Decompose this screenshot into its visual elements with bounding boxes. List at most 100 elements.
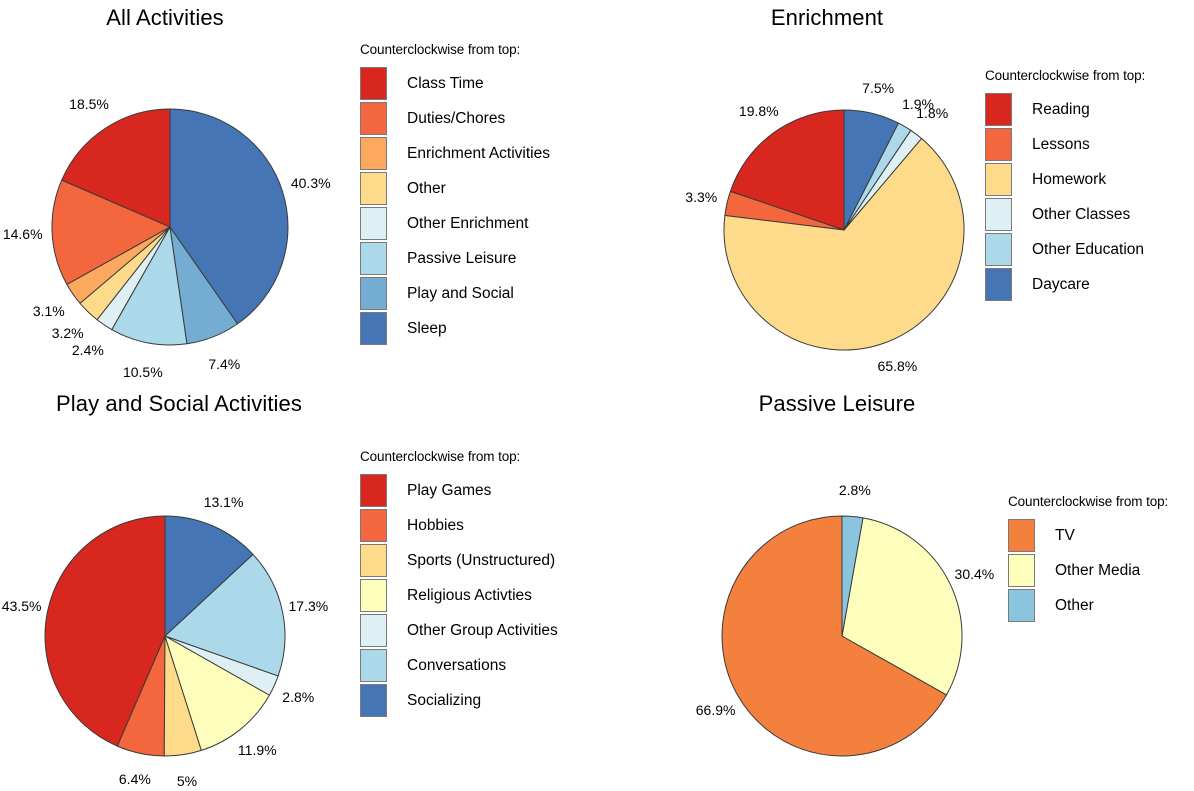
pie-chart-play-and-social: 43.5% 6.4% 5% 11.9% 2.8% 17.3% 13.1% bbox=[0, 411, 360, 789]
legend-item-label: Other Media bbox=[1055, 561, 1141, 579]
panel-passive-leisure: Passive Leisure 66.9% 30.4% 2.8% Countercl… bbox=[597, 381, 1194, 762]
pie-chart-passive-leisure: 66.9% 30.4% 2.8% bbox=[627, 411, 1027, 771]
legend-items: Reading Lessons Homework Other Classes Other… bbox=[985, 92, 1145, 302]
slice-percent-label: 3.2% bbox=[51, 325, 84, 342]
legend-item-label: TV bbox=[1055, 526, 1075, 544]
slice-percent-label: 19.8% bbox=[738, 102, 779, 119]
legend-color-swatch bbox=[985, 198, 1012, 231]
legend-item[interactable]: Hobbies bbox=[360, 508, 558, 543]
legend-item-label: Passive Leisure bbox=[407, 249, 517, 267]
legend-item-label: Other Classes bbox=[1032, 205, 1131, 223]
legend-item-label: Sleep bbox=[407, 319, 447, 337]
legend-color-swatch bbox=[1008, 554, 1035, 587]
legend-item[interactable]: Conversations bbox=[360, 648, 558, 683]
legend-item[interactable]: Sports (Unstructured) bbox=[360, 543, 558, 578]
legend-color-swatch bbox=[1008, 519, 1035, 552]
legend-color-swatch bbox=[360, 207, 387, 240]
legend-color-swatch bbox=[360, 172, 387, 205]
legend-item-label: Lessons bbox=[1032, 135, 1090, 153]
legend-item[interactable]: Other Group Activities bbox=[360, 613, 558, 648]
legend-items: Play Games Hobbies Sports (Unstructured) Re… bbox=[360, 473, 558, 718]
legend-item-label: Religious Activties bbox=[407, 586, 532, 604]
slice-percent-label: 5% bbox=[176, 772, 198, 789]
legend-item[interactable]: Homework bbox=[985, 162, 1145, 197]
slice-percent-label: 2.4% bbox=[71, 341, 104, 358]
legend-item-label: Homework bbox=[1032, 170, 1107, 188]
legend-color-swatch bbox=[985, 93, 1012, 126]
slice-percent-label: 3.1% bbox=[32, 303, 65, 320]
slice-percent-label: 10.5% bbox=[122, 363, 163, 380]
legend-item[interactable]: Class Time bbox=[360, 66, 550, 101]
pie-slices bbox=[721, 515, 963, 757]
legend-item[interactable]: Other bbox=[360, 171, 550, 206]
legend-item[interactable]: Reading bbox=[985, 92, 1145, 127]
legend-item[interactable]: Religious Activties bbox=[360, 578, 558, 613]
slice-percent-label: 1.9% bbox=[902, 95, 935, 112]
legend-item-label: Reading bbox=[1032, 100, 1090, 118]
legend-heading: Counterclockwise from top: bbox=[360, 449, 521, 464]
legend-color-swatch bbox=[985, 128, 1012, 161]
legend-heading: Counterclockwise from top: bbox=[985, 68, 1146, 83]
legend-items: TV Other Media Other bbox=[1008, 518, 1168, 623]
legend-item[interactable]: Socializing bbox=[360, 683, 558, 718]
legend-item[interactable]: Lessons bbox=[985, 127, 1145, 162]
legend-item-label: Conversations bbox=[407, 656, 507, 674]
legend-color-swatch bbox=[360, 67, 387, 100]
legend-item[interactable]: Other Media bbox=[1008, 553, 1168, 588]
legend-item-label: Other bbox=[1055, 596, 1094, 614]
legend-item-label: Duties/Chores bbox=[407, 109, 506, 127]
slice-percent-label: 13.1% bbox=[203, 493, 244, 510]
panel-all-activities: All Activities 18.5% 14.6% 3.1% 3.2% 2.4% 10.… bbox=[0, 0, 597, 381]
slice-percent-label: 17.3% bbox=[288, 598, 329, 615]
legend-color-swatch bbox=[360, 242, 387, 275]
legend-item[interactable]: Other Education bbox=[985, 232, 1145, 267]
slice-percent-label: 30.4% bbox=[954, 565, 995, 582]
legend-item[interactable]: Enrichment Activities bbox=[360, 136, 550, 171]
legend-color-swatch bbox=[1008, 589, 1035, 622]
legend-item-label: Class Time bbox=[407, 74, 484, 92]
slice-percent-label: 7.4% bbox=[208, 356, 241, 373]
legend-item[interactable]: Play and Social bbox=[360, 276, 550, 311]
legend-item[interactable]: Play Games bbox=[360, 473, 558, 508]
legend-item[interactable]: Other Enrichment bbox=[360, 206, 550, 241]
legend-item-label: Other Education bbox=[1032, 240, 1145, 258]
slice-percent-label: 6.4% bbox=[118, 771, 151, 788]
legend-item-label: Other Group Activities bbox=[407, 621, 558, 639]
legend-items: Class Time Duties/Chores Enrichment Activi… bbox=[360, 66, 550, 346]
slice-percent-label: 40.3% bbox=[290, 174, 331, 191]
slice-percent-label: 18.5% bbox=[69, 95, 109, 112]
legend-all-activities: Counterclockwise from top: Class Time Dut… bbox=[360, 42, 550, 346]
legend-item[interactable]: Other bbox=[1008, 588, 1168, 623]
legend-item-label: Hobbies bbox=[407, 516, 464, 534]
legend-enrichment: Counterclockwise from top: Reading Lesson… bbox=[985, 68, 1145, 302]
legend-item-label: Play and Social bbox=[407, 284, 514, 302]
legend-play-and-social: Counterclockwise from top: Play Games Hob… bbox=[360, 449, 558, 718]
legend-item[interactable]: TV bbox=[1008, 518, 1168, 553]
legend-heading: Counterclockwise from top: bbox=[1008, 494, 1169, 509]
legend-item[interactable]: Daycare bbox=[985, 267, 1145, 302]
legend-item[interactable]: Sleep bbox=[360, 311, 550, 346]
slice-percent-label: 66.9% bbox=[695, 701, 736, 718]
legend-item-label: Other bbox=[407, 179, 446, 197]
legend-item-label: Enrichment Activities bbox=[407, 144, 550, 162]
legend-item-label: Socializing bbox=[407, 691, 482, 709]
legend-color-swatch bbox=[360, 544, 387, 577]
slice-percent-label: 65.8% bbox=[877, 358, 918, 375]
legend-item-label: Daycare bbox=[1032, 275, 1090, 293]
pie-chart-enrichment: 19.8% 3.3% 65.8% 1.8% 1.9% 7.5% bbox=[642, 20, 1022, 380]
legend-color-swatch bbox=[360, 684, 387, 717]
slice-percent-label: 2.8% bbox=[838, 482, 871, 499]
legend-item[interactable]: Duties/Chores bbox=[360, 101, 550, 136]
legend-color-swatch bbox=[360, 277, 387, 310]
legend-color-swatch bbox=[360, 474, 387, 507]
slice-percent-label: 3.3% bbox=[685, 189, 718, 206]
legend-color-swatch bbox=[360, 649, 387, 682]
legend-color-swatch bbox=[985, 163, 1012, 196]
legend-item-label: Other Enrichment bbox=[407, 214, 529, 232]
legend-item[interactable]: Other Classes bbox=[985, 197, 1145, 232]
pie-slices bbox=[51, 108, 289, 346]
legend-color-swatch bbox=[360, 579, 387, 612]
slice-percent-label: 11.9% bbox=[237, 741, 277, 758]
legend-item[interactable]: Passive Leisure bbox=[360, 241, 550, 276]
legend-color-swatch bbox=[985, 233, 1012, 266]
